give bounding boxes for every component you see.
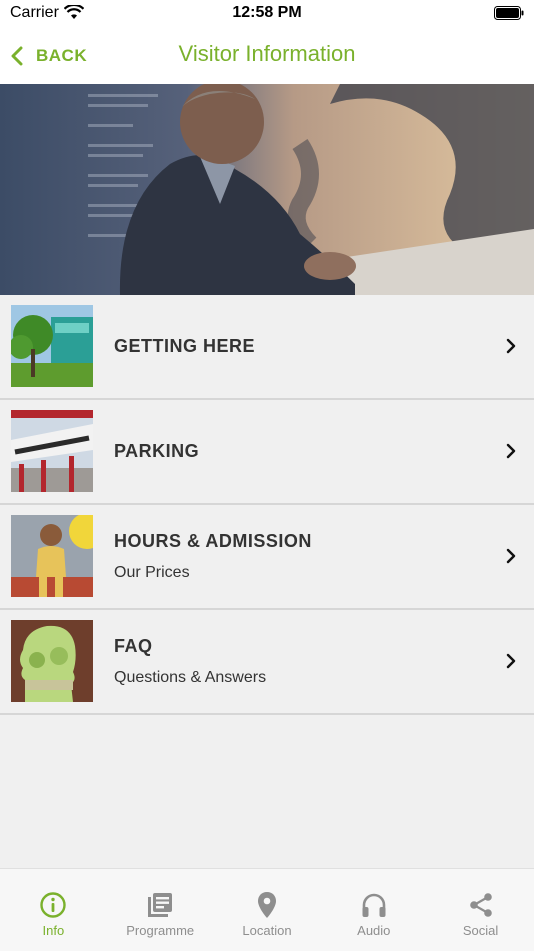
tab-label: Info xyxy=(42,923,65,938)
menu-item-title: HOURS & ADMISSION xyxy=(114,531,312,551)
visitor-info-menu: GETTING HERE PARKING HOURS & ADMISSION O… xyxy=(0,295,534,715)
tab-location[interactable]: Location xyxy=(214,869,321,951)
menu-item-subtitle: Questions & Answers xyxy=(114,669,267,686)
getting-here-thumbnail xyxy=(11,305,93,387)
tab-bar: Info Programme Location Audio Social xyxy=(0,868,534,951)
chevron-right-icon xyxy=(506,548,516,564)
location-pin-icon xyxy=(257,892,276,918)
tab-social[interactable]: Social xyxy=(427,869,534,951)
info-icon xyxy=(40,892,67,918)
menu-item-faq[interactable]: FAQ Questions & Answers xyxy=(0,610,534,715)
menu-item-title: PARKING xyxy=(114,441,200,461)
chevron-right-icon xyxy=(506,653,516,669)
menu-item-parking[interactable]: PARKING xyxy=(0,400,534,505)
programme-icon xyxy=(148,893,173,917)
hero-image xyxy=(0,84,534,295)
faq-thumbnail xyxy=(11,620,93,702)
parking-thumbnail xyxy=(11,410,93,492)
menu-item-title: GETTING HERE xyxy=(114,336,256,356)
menu-item-subtitle: Our Prices xyxy=(114,564,190,581)
tab-label: Programme xyxy=(126,923,195,938)
tab-label: Audio xyxy=(357,923,391,938)
headphones-icon xyxy=(362,893,386,917)
tab-info[interactable]: Info xyxy=(0,869,107,951)
tab-programme[interactable]: Programme xyxy=(107,869,214,951)
tab-audio[interactable]: Audio xyxy=(320,869,427,951)
menu-item-hours-admission[interactable]: HOURS & ADMISSION Our Prices xyxy=(0,505,534,610)
chevron-right-icon xyxy=(506,338,516,354)
menu-item-getting-here[interactable]: GETTING HERE xyxy=(0,295,534,400)
battery-icon xyxy=(494,6,524,20)
chevron-right-icon xyxy=(506,443,516,459)
tab-label: Location xyxy=(242,923,292,938)
status-bar: Carrier 12:58 PM xyxy=(0,0,534,28)
status-time: 12:58 PM xyxy=(232,4,302,21)
navigation-bar: BACK Visitor Information xyxy=(0,28,534,84)
tab-label: Social xyxy=(462,923,499,938)
share-icon xyxy=(469,893,492,917)
page-title: Visitor Information xyxy=(178,41,356,66)
menu-item-title: FAQ xyxy=(114,636,153,656)
hours-admission-thumbnail xyxy=(11,515,93,597)
